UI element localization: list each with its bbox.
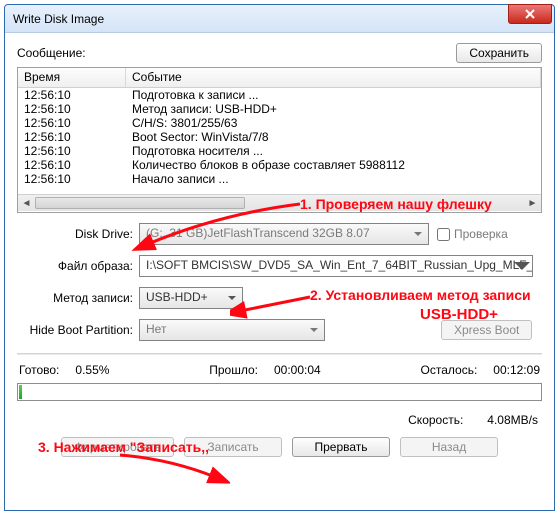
log-row: 12:56:10Boot Sector: WinVista/7/8 — [18, 130, 541, 144]
log-col-event[interactable]: Событие — [126, 68, 541, 87]
scroll-left-icon[interactable]: ◄ — [18, 195, 35, 211]
titlebar[interactable]: Write Disk Image — [5, 5, 554, 33]
message-label: Сообщение: — [17, 46, 86, 60]
window-title: Write Disk Image — [13, 12, 104, 26]
verify-checkbox-input[interactable] — [437, 228, 450, 241]
done-value: 0.55% — [75, 363, 109, 377]
close-icon — [525, 9, 535, 19]
abort-button[interactable]: Прервать — [292, 437, 390, 457]
close-button[interactable] — [508, 4, 552, 24]
disk-drive-label: Disk Drive: — [17, 227, 139, 241]
hide-boot-label: Hide Boot Partition: — [17, 323, 139, 337]
write-method-label: Метод записи: — [17, 291, 139, 305]
progress-bar — [17, 383, 542, 401]
save-button[interactable]: Сохранить — [456, 43, 542, 63]
log-row: 12:56:10Количество блоков в образе соста… — [18, 158, 541, 172]
verify-checkbox[interactable]: Проверка — [437, 227, 508, 241]
log-body[interactable]: 12:56:10Подготовка к записи ... 12:56:10… — [18, 88, 541, 194]
image-file-input[interactable]: I:\SOFT BMCIS\SW_DVD5_SA_Win_Ent_7_64BIT… — [139, 255, 533, 277]
scroll-thumb[interactable] — [35, 197, 245, 209]
chevron-down-icon — [306, 322, 322, 338]
format-button: Форматировать — [61, 437, 174, 457]
speed-value: 4.08MB/s — [487, 413, 538, 427]
image-file-label: Файл образа: — [17, 259, 139, 273]
log-row: 12:56:10Подготовка к записи ... — [18, 88, 541, 102]
log-row: 12:56:10Подготовка носителя ... — [18, 144, 541, 158]
disk-drive-select[interactable]: (G:, 31 GB)JetFlashTranscend 32GB 8.07 — [139, 223, 429, 245]
log-row: 12:56:10Метод записи: USB-HDD+ — [18, 102, 541, 116]
chevron-down-icon — [514, 258, 530, 274]
elapsed-label: Прошло: — [209, 363, 258, 377]
remaining-label: Осталось: — [421, 363, 478, 377]
hide-boot-select[interactable]: Нет — [139, 319, 325, 341]
xpress-boot-button: Xpress Boot — [441, 320, 532, 340]
log-header: Время Событие — [18, 68, 541, 88]
log-row: 12:56:10Начало записи ... — [18, 172, 541, 186]
done-label: Готово: — [19, 363, 59, 377]
log-col-time[interactable]: Время — [18, 68, 126, 87]
speed-label: Скорость: — [408, 413, 463, 427]
remaining-value: 00:12:09 — [493, 363, 540, 377]
back-button: Назад — [400, 437, 498, 457]
chevron-down-icon — [410, 226, 426, 242]
elapsed-value: 00:00:04 — [274, 363, 321, 377]
progress-fill — [19, 385, 22, 399]
log-row: 12:56:10C/H/S: 3801/255/63 — [18, 116, 541, 130]
write-button: Записать — [184, 437, 282, 457]
chevron-down-icon — [224, 290, 240, 306]
button-row: Форматировать Записать Прервать Назад — [17, 437, 542, 457]
horizontal-scrollbar[interactable]: ◄ ► — [18, 194, 541, 211]
write-method-select[interactable]: USB-HDD+ — [139, 287, 243, 309]
divider — [17, 353, 542, 355]
log-table: Время Событие 12:56:10Подготовка к запис… — [17, 67, 542, 213]
status-row: Готово: 0.55% Прошло: 00:00:04 Осталось:… — [17, 363, 542, 383]
window: Write Disk Image Сообщение: Сохранить Вр… — [4, 4, 555, 511]
scroll-right-icon[interactable]: ► — [524, 195, 541, 211]
